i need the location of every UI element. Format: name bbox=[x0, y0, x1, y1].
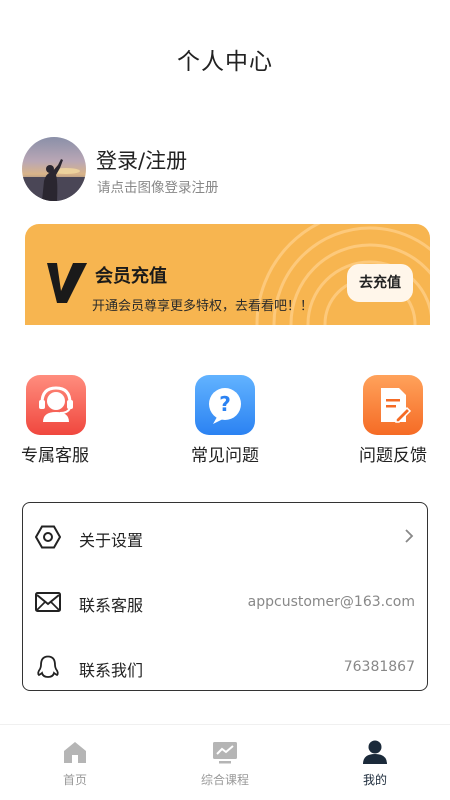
question-bubble-icon: ? bbox=[195, 375, 255, 435]
menu-row-settings[interactable]: 关于设置 bbox=[23, 507, 427, 567]
hexagon-gear-icon bbox=[35, 525, 61, 549]
tab-label: 我的 bbox=[362, 773, 387, 787]
tab-label: 首页 bbox=[62, 773, 87, 787]
menu-row-contact-us[interactable]: 联系我们 76381867 bbox=[23, 637, 427, 697]
qq-penguin-icon bbox=[37, 655, 59, 678]
settings-menu: 关于设置 联系客服 appcustomer@163.com 联系我们 76381… bbox=[22, 502, 428, 691]
user-icon bbox=[363, 740, 387, 764]
recharge-button[interactable]: 去充值 bbox=[347, 264, 413, 302]
menu-row-contact-service[interactable]: 联系客服 appcustomer@163.com bbox=[23, 572, 427, 632]
avatar[interactable] bbox=[22, 137, 86, 201]
vip-logo-icon bbox=[47, 263, 87, 303]
login-register-link[interactable]: 登录/注册 bbox=[96, 145, 187, 175]
service-email: appcustomer@163.com bbox=[247, 594, 415, 610]
chart-monitor-icon bbox=[213, 742, 237, 764]
shortcut-grid: 专属客服 ? 常见问题 问题反馈 bbox=[0, 373, 450, 468]
svg-text:?: ? bbox=[219, 392, 231, 416]
tab-courses[interactable]: 综合课程 bbox=[150, 725, 300, 800]
vip-description: 开通会员尊享更多特权，去看看吧！！ bbox=[92, 299, 314, 314]
menu-label: 联系我们 bbox=[79, 661, 144, 680]
shortcut-label: 专属客服 bbox=[21, 446, 89, 466]
headset-agent-icon bbox=[26, 375, 86, 435]
shortcut-customer-service[interactable]: 专属客服 bbox=[5, 373, 105, 468]
tab-home[interactable]: 首页 bbox=[0, 725, 150, 800]
vip-title: 会员充值 bbox=[95, 266, 167, 287]
tab-mine[interactable]: 我的 bbox=[300, 725, 450, 800]
home-icon bbox=[64, 742, 86, 763]
chevron-right-icon bbox=[405, 529, 414, 543]
mail-icon bbox=[35, 592, 61, 612]
shortcut-label: 问题反馈 bbox=[359, 446, 427, 466]
profile-section[interactable]: 登录/注册 请点击图像登录注册 bbox=[22, 137, 422, 201]
contact-qq-number: 76381867 bbox=[343, 659, 415, 675]
tab-label: 综合课程 bbox=[200, 773, 249, 787]
vip-banner[interactable]: 会员充值 开通会员尊享更多特权，去看看吧！！ 去充值 bbox=[25, 224, 430, 325]
shortcut-faq[interactable]: ? 常见问题 bbox=[175, 373, 275, 468]
page-header: 个人中心 bbox=[0, 0, 450, 118]
shortcut-label: 常见问题 bbox=[191, 446, 259, 466]
page-title: 个人中心 bbox=[177, 49, 273, 75]
menu-label: 联系客服 bbox=[79, 596, 144, 615]
menu-label: 关于设置 bbox=[79, 531, 144, 550]
document-edit-icon bbox=[363, 375, 423, 435]
bottom-tab-bar: 首页 综合课程 我的 bbox=[0, 724, 450, 800]
shortcut-feedback[interactable]: 问题反馈 bbox=[343, 373, 443, 468]
avatar-image bbox=[22, 159, 86, 201]
login-hint: 请点击图像登录注册 bbox=[97, 180, 219, 196]
